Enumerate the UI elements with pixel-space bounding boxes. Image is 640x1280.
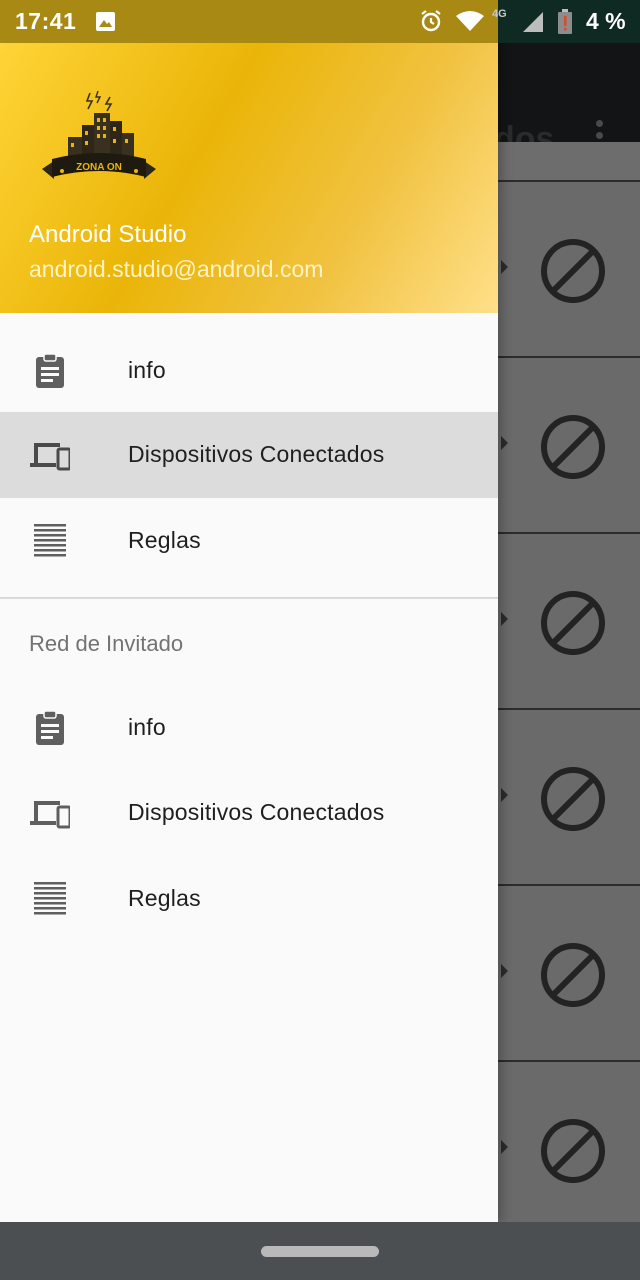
navigation-drawer: ZONA ON Android Studio android.studio@an…	[0, 0, 498, 1222]
menu-item-info[interactable]: info	[0, 328, 498, 414]
block-icon[interactable]	[539, 941, 607, 1009]
account-name: Android Studio	[29, 221, 187, 248]
chevron-right-icon	[501, 436, 508, 450]
block-icon[interactable]	[539, 413, 607, 481]
clipboard-icon	[36, 710, 64, 745]
battery-icon	[558, 9, 572, 34]
devices-icon	[30, 801, 70, 829]
block-icon[interactable]	[539, 237, 607, 305]
block-icon[interactable]	[539, 589, 607, 657]
list-icon	[34, 882, 66, 915]
menu-item-label: Reglas	[128, 527, 201, 553]
status-bar: 17:41 4G 4 %	[0, 0, 640, 43]
list-icon	[34, 524, 66, 557]
section-divider	[0, 597, 498, 599]
clipboard-icon	[36, 353, 64, 388]
block-icon[interactable]	[539, 765, 607, 833]
battery-percentage: 4 %	[586, 8, 626, 34]
chevron-right-icon	[501, 1140, 508, 1154]
menu-item-label: info	[128, 357, 166, 383]
drawer-header: ZONA ON Android Studio android.studio@an…	[0, 43, 498, 313]
devices-icon	[30, 443, 70, 471]
wifi-icon	[456, 11, 484, 31]
chevron-right-icon	[501, 612, 508, 626]
status-time: 17:41	[15, 8, 77, 34]
signal-icon	[523, 12, 543, 32]
logo-text: ZONA ON	[76, 162, 122, 173]
menu-item-label: Dispositivos Conectados	[128, 441, 385, 467]
chevron-right-icon	[501, 788, 508, 802]
alarm-icon	[421, 10, 441, 32]
chevron-right-icon	[501, 260, 508, 274]
menu-item-guest-rules[interactable]: Reglas	[0, 856, 498, 942]
menu-item-guest-info[interactable]: info	[0, 685, 498, 771]
menu-item-connected-devices[interactable]: Dispositivos Conectados	[0, 412, 498, 498]
menu-item-label: Reglas	[128, 885, 201, 911]
zona-on-logo: ZONA ON	[42, 91, 156, 179]
network-type-label: 4G	[492, 8, 507, 20]
system-navigation-bar	[0, 1222, 640, 1280]
block-icon[interactable]	[539, 1117, 607, 1185]
chevron-right-icon	[501, 964, 508, 978]
menu-item-label: info	[128, 714, 166, 740]
menu-item-label: Dispositivos Conectados	[128, 799, 385, 825]
home-gesture-handle[interactable]	[261, 1246, 379, 1257]
menu-item-guest-connected-devices[interactable]: Dispositivos Conectados	[0, 770, 498, 856]
section-title-guest-network: Red de Invitado	[29, 631, 184, 656]
image-icon	[96, 12, 115, 31]
menu-item-rules[interactable]: Reglas	[0, 498, 498, 584]
account-email: android.studio@android.com	[29, 256, 324, 282]
